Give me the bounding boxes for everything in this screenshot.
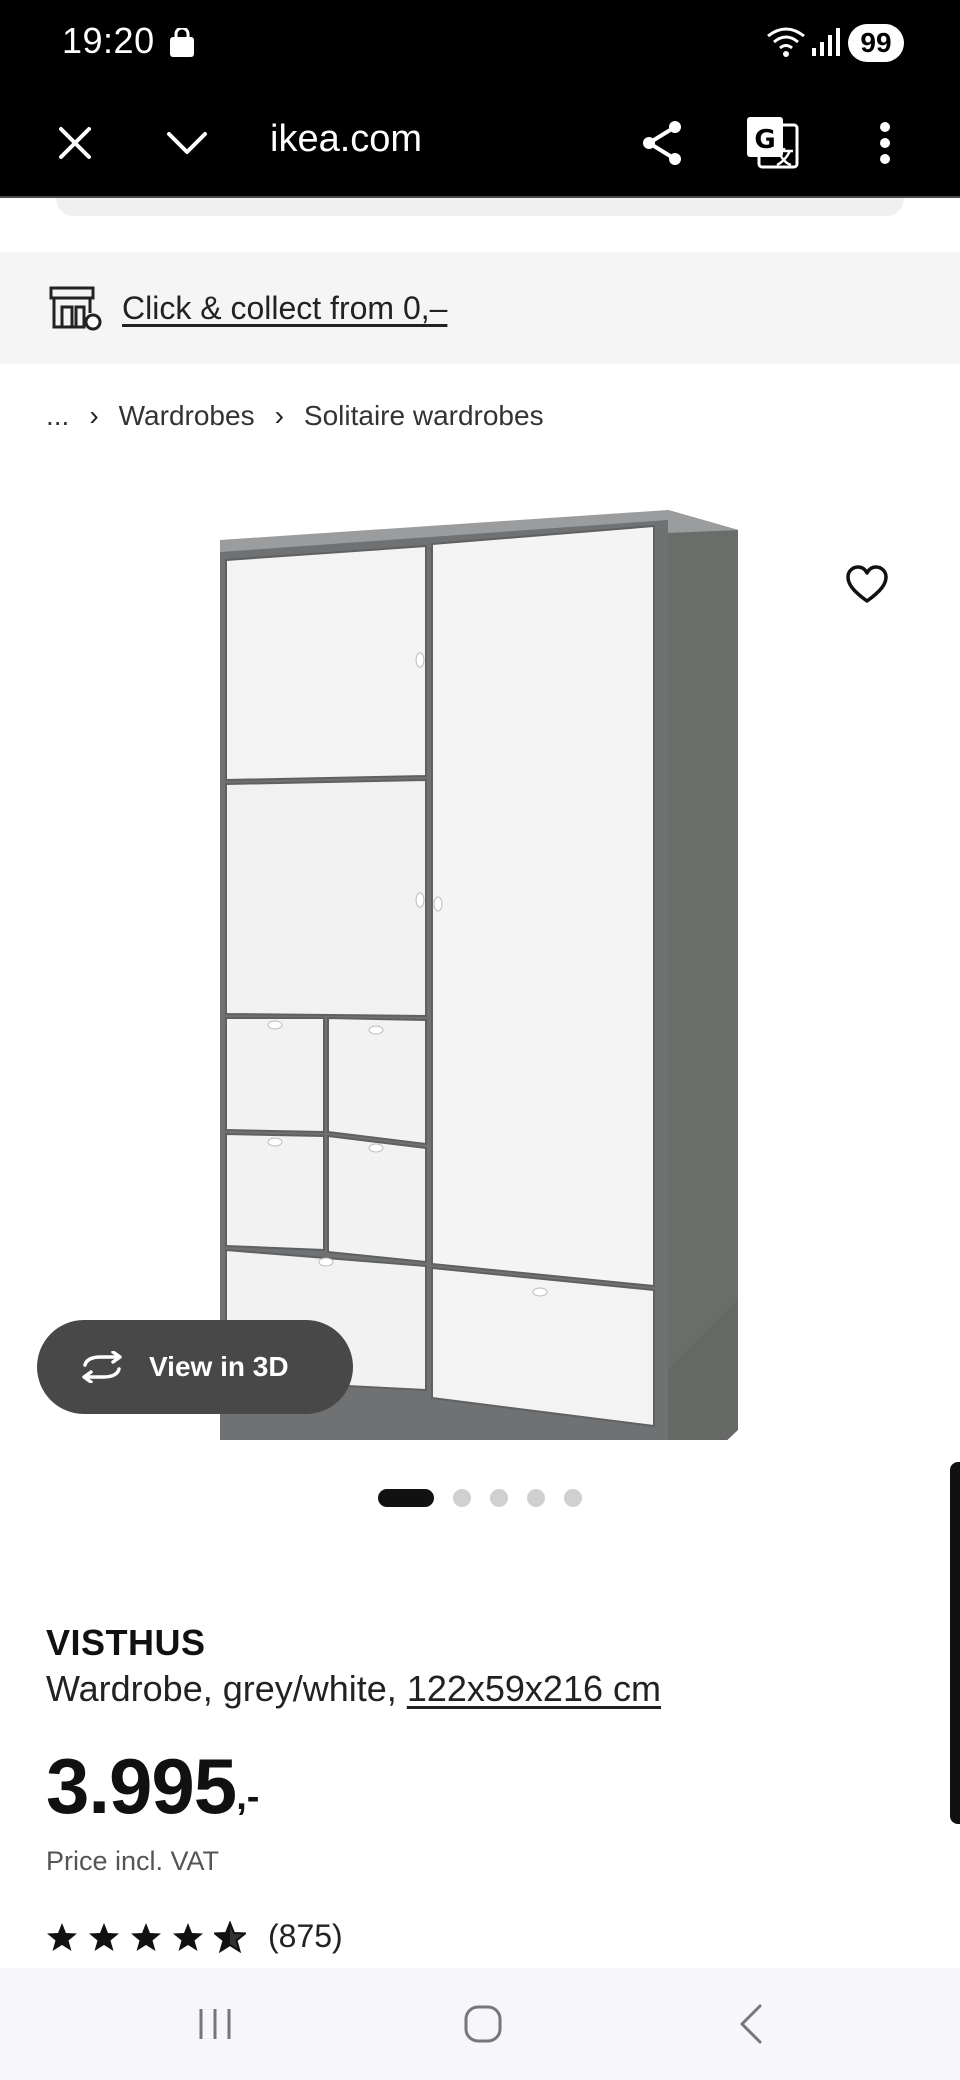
translate-icon: G bbox=[747, 117, 799, 169]
battery-indicator: 99 bbox=[848, 24, 904, 62]
breadcrumb-item-wardrobes[interactable]: Wardrobes bbox=[119, 400, 255, 432]
product-description: Wardrobe, grey/white, 122x59x216 cm bbox=[46, 1668, 661, 1710]
shopping-bag-icon bbox=[170, 28, 194, 57]
product-price: 3.995 ,- bbox=[46, 1744, 259, 1828]
review-count: (875) bbox=[268, 1918, 343, 1954]
url-label[interactable]: ikea.com bbox=[270, 118, 422, 161]
home-button[interactable] bbox=[448, 1994, 518, 2054]
product-dimensions-link[interactable]: 122x59x216 cm bbox=[407, 1668, 661, 1709]
recent-apps-button[interactable] bbox=[180, 1994, 250, 2054]
product-name: VISTHUS bbox=[46, 1622, 206, 1663]
share-button[interactable] bbox=[628, 108, 698, 178]
more-vertical-icon bbox=[880, 122, 890, 164]
star-icon bbox=[173, 1922, 203, 1951]
status-bar: 19:20 99 bbox=[0, 0, 960, 88]
recent-apps-icon bbox=[199, 2009, 231, 2039]
carousel-indicator bbox=[378, 1488, 601, 1508]
view-in-3d-label: View in 3D bbox=[149, 1351, 289, 1382]
more-options-button[interactable] bbox=[850, 108, 920, 178]
carousel-dot[interactable] bbox=[527, 1489, 545, 1507]
click-collect-link[interactable]: Click & collect from 0,– bbox=[122, 290, 447, 327]
status-time: 19:20 bbox=[62, 20, 155, 61]
store-icon bbox=[49, 286, 102, 331]
click-collect-banner: Click & collect from 0,– bbox=[0, 252, 960, 364]
carousel-dot[interactable] bbox=[453, 1489, 471, 1507]
back-icon bbox=[740, 2004, 762, 2044]
carousel-dot[interactable] bbox=[378, 1489, 434, 1507]
price-vat-note: Price incl. VAT bbox=[46, 1846, 220, 1876]
breadcrumb-separator: › bbox=[274, 400, 284, 431]
close-tab-button[interactable] bbox=[40, 108, 110, 178]
back-button[interactable] bbox=[716, 1994, 786, 2054]
carousel-dot[interactable] bbox=[490, 1489, 508, 1507]
favourite-button[interactable] bbox=[836, 556, 898, 614]
price-integer: 3.995 bbox=[46, 1742, 237, 1830]
star-icon bbox=[131, 1922, 161, 1951]
home-icon bbox=[464, 2005, 502, 2043]
breadcrumb-item-solitaire-wardrobes[interactable]: Solitaire wardrobes bbox=[304, 400, 544, 432]
signal-icon bbox=[812, 28, 840, 56]
close-icon bbox=[59, 127, 91, 159]
chevron-down-icon bbox=[167, 132, 207, 154]
wifi-icon bbox=[767, 27, 805, 57]
price-decimal: ,- bbox=[236, 1776, 260, 1818]
product-description-text: Wardrobe, grey/white, bbox=[46, 1668, 407, 1709]
breadcrumb-separator: › bbox=[89, 400, 99, 431]
system-navigation-bar bbox=[0, 1968, 960, 2080]
breadcrumb-ellipsis[interactable]: ... bbox=[46, 400, 69, 432]
minimize-tab-button[interactable] bbox=[152, 108, 222, 178]
heart-icon bbox=[846, 565, 888, 603]
view-in-3d-button[interactable]: View in 3D bbox=[37, 1320, 353, 1414]
star-icon bbox=[47, 1922, 77, 1951]
product-image[interactable] bbox=[180, 500, 780, 1440]
rotate-3d-icon bbox=[82, 1351, 122, 1383]
svg-text:G: G bbox=[754, 125, 775, 155]
translate-button[interactable]: G bbox=[738, 108, 808, 178]
search-field-edge[interactable] bbox=[56, 198, 904, 216]
product-rating[interactable]: (875) bbox=[46, 1918, 343, 1955]
browser-toolbar: ikea.com G bbox=[0, 88, 960, 198]
share-icon bbox=[643, 121, 681, 165]
side-panel-handle[interactable] bbox=[950, 1462, 960, 1824]
star-icon bbox=[89, 1922, 119, 1951]
breadcrumb: ... › Wardrobes › Solitaire wardrobes bbox=[46, 396, 544, 436]
carousel-dot[interactable] bbox=[564, 1489, 582, 1507]
star-half-icon bbox=[214, 1920, 246, 1953]
